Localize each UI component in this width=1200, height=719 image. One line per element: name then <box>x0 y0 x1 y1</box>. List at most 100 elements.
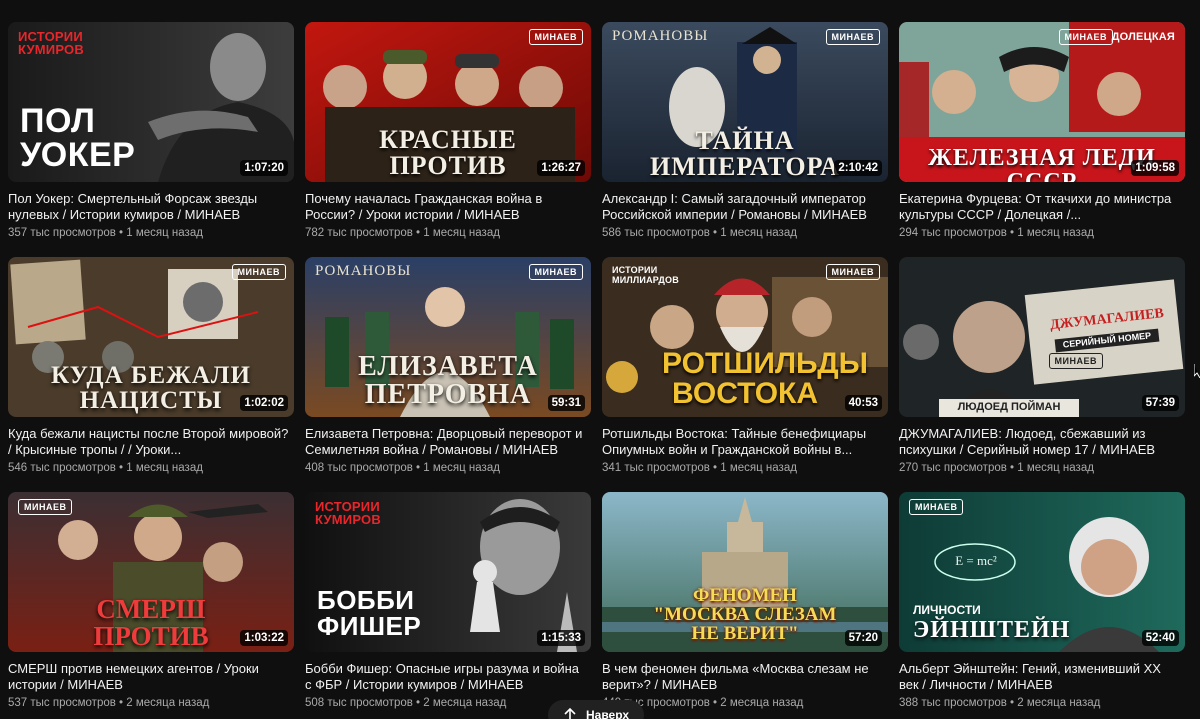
video-duration: 1:15:33 <box>537 630 585 646</box>
video-card[interactable]: ИСТОРИИ КУМИРОВ БОББИ ФИШЕР 1:15:33 Бобб… <box>305 492 591 719</box>
upload-age: 1 месяц назад <box>1017 462 1094 474</box>
thumbnail-strip: ЛЮДОЕД ПОЙМАН <box>957 401 1061 413</box>
video-card[interactable]: РОМАНОВЫ МИНАЕВ ЕЛИЗАВЕТА ПЕТРОВНА 59:31… <box>305 257 591 492</box>
video-thumbnail[interactable]: МИНАЕВ КРАСНЫЕ ПРОТИВ БЕЛЫХ 1:26:27 <box>305 22 591 182</box>
thumbnail-headline: ПОЛ УОКЕР <box>20 102 136 174</box>
series-brand: РОМАНОВЫ <box>612 28 709 44</box>
arrow-up-icon <box>564 707 576 719</box>
video-card[interactable]: ФЕНОМЕН "МОСКВА СЛЕЗАМ НЕ ВЕРИТ" 57:20 В… <box>602 492 888 719</box>
channel-badge: МИНАЕВ <box>825 264 880 280</box>
view-count: 586 тыс просмотров <box>602 227 710 239</box>
video-duration: 57:20 <box>844 630 882 646</box>
video-duration: 1:03:22 <box>240 630 288 646</box>
video-thumbnail[interactable]: ФЕНОМЕН "МОСКВА СЛЕЗАМ НЕ ВЕРИТ" 57:20 <box>602 492 888 652</box>
upload-age: 1 месяц назад <box>423 462 500 474</box>
upload-age: 1 месяц назад <box>1017 227 1094 239</box>
channel-badge: МИНАЕВ <box>18 499 73 515</box>
video-meta: 782 тыс просмотров • 1 месяц назад <box>305 227 500 239</box>
view-count: 782 тыс просмотров <box>305 227 413 239</box>
video-grid: ИСТОРИИ КУМИРОВ ПОЛ УОКЕР 1:07:20 Пол Уо… <box>8 22 1185 719</box>
video-thumbnail[interactable]: ДЖУМАГАЛИЕВ СЕРИЙНЫЙ НОМЕР МИНАЕВ ЛЮДОЕД… <box>899 257 1185 417</box>
video-meta: 537 тыс просмотров • 2 месяца назад <box>8 697 210 709</box>
video-title[interactable]: Ротшильды Востока: Тайные бенефициары Оп… <box>602 426 888 458</box>
video-title[interactable]: Екатерина Фурцева: От ткачихи до министр… <box>899 191 1185 223</box>
video-title[interactable]: В чем феномен фильма «Москва слезам не в… <box>602 661 888 693</box>
video-duration: 40:53 <box>844 395 882 411</box>
upload-age: 2 месяца назад <box>720 697 804 709</box>
video-card[interactable]: ИСТОРИИ КУМИРОВ ПОЛ УОКЕР 1:07:20 Пол Уо… <box>8 22 294 257</box>
video-duration: 59:31 <box>547 395 585 411</box>
video-meta: 408 тыс просмотров • 1 месяц назад <box>305 462 500 474</box>
upload-age: 2 месяца назад <box>126 697 210 709</box>
video-thumbnail[interactable]: ИСТОРИИ МИЛЛИАРДОВ МИНАЕВ РОТШИЛЬДЫ ВОСТ… <box>602 257 888 417</box>
video-title[interactable]: Елизавета Петровна: Дворцовый переворот … <box>305 426 591 458</box>
upload-age: 1 месяц назад <box>720 462 797 474</box>
video-title[interactable]: ДЖУМАГАЛИЕВ: Людоед, сбежавший из психуш… <box>899 426 1185 458</box>
video-thumbnail[interactable]: МИНАЕВ СМЕРШ ПРОТИВ АБВЕРА 1:03:22 <box>8 492 294 652</box>
view-count: 508 тыс просмотров <box>305 697 413 709</box>
view-count: 546 тыс просмотров <box>8 462 116 474</box>
video-card[interactable]: МИНАЕВ КРАСНЫЕ ПРОТИВ БЕЛЫХ 1:26:27 Поче… <box>305 22 591 257</box>
video-thumbnail[interactable]: РОМАНОВЫ МИНАЕВ ТАЙНА ИМПЕРАТОРА АЛЕКСАН… <box>602 22 888 182</box>
series-brand: ДОЛЕЦКАЯ <box>1111 31 1175 43</box>
upload-age: 1 месяц назад <box>423 227 500 239</box>
video-duration: 57:39 <box>1141 395 1179 411</box>
view-count: 388 тыс просмотров <box>899 697 1007 709</box>
video-title[interactable]: Александр I: Самый загадочный император … <box>602 191 888 223</box>
video-thumbnail[interactable]: МИНАЕВ КУДА БЕЖАЛИ НАЦИСТЫ 1:02:02 <box>8 257 294 417</box>
video-title[interactable]: Пол Уокер: Смертельный Форсаж звезды нул… <box>8 191 294 223</box>
video-duration: 1:07:20 <box>240 160 288 176</box>
video-title[interactable]: Бобби Фишер: Опасные игры разума и война… <box>305 661 591 693</box>
video-thumbnail[interactable]: ИСТОРИИ КУМИРОВ ПОЛ УОКЕР 1:07:20 <box>8 22 294 182</box>
video-card[interactable]: МИНАЕВ E = mc² ЛИЧНОСТИ ЭЙНШТЕЙН 52:40 А… <box>899 492 1185 719</box>
video-duration: 1:09:58 <box>1131 160 1179 176</box>
upload-age: 1 месяц назад <box>126 227 203 239</box>
video-card[interactable]: ДЖУМАГАЛИЕВ СЕРИЙНЫЙ НОМЕР МИНАЕВ ЛЮДОЕД… <box>899 257 1185 492</box>
view-count: 341 тыс просмотров <box>602 462 710 474</box>
video-thumbnail[interactable]: МИНАЕВ E = mc² ЛИЧНОСТИ ЭЙНШТЕЙН 52:40 <box>899 492 1185 652</box>
video-meta: 586 тыс просмотров • 1 месяц назад <box>602 227 797 239</box>
series-brand: РОМАНОВЫ <box>315 263 412 279</box>
video-title[interactable]: СМЕРШ против немецких агентов / Уроки ис… <box>8 661 294 693</box>
channel-badge: МИНАЕВ <box>231 264 286 280</box>
thumbnail-headline: ЭЙНШТЕЙН <box>913 617 1071 643</box>
scroll-to-top-button[interactable]: Наверх <box>548 700 644 719</box>
thumbnail-kicker: ЛИЧНОСТИ <box>913 603 981 617</box>
upload-age: 1 месяц назад <box>126 462 203 474</box>
video-card[interactable]: РОМАНОВЫ МИНАЕВ ТАЙНА ИМПЕРАТОРА АЛЕКСАН… <box>602 22 888 257</box>
view-count: 270 тыс просмотров <box>899 462 1007 474</box>
video-meta: 341 тыс просмотров • 1 месяц назад <box>602 462 797 474</box>
video-card[interactable]: МИНАЕВ КУДА БЕЖАЛИ НАЦИСТЫ 1:02:02 Куда … <box>8 257 294 492</box>
channel-badge: МИНАЕВ <box>1048 353 1103 369</box>
video-duration: 52:40 <box>1141 630 1179 646</box>
video-duration: 1:26:27 <box>537 160 585 176</box>
view-count: 537 тыс просмотров <box>8 697 116 709</box>
video-thumbnail[interactable]: ИСТОРИИ КУМИРОВ БОББИ ФИШЕР 1:15:33 <box>305 492 591 652</box>
video-title[interactable]: Куда бежали нацисты после Второй мировой… <box>8 426 294 458</box>
series-brand: ИСТОРИИ КУМИРОВ <box>315 499 381 527</box>
series-brand: ИСТОРИИ МИЛЛИАРДОВ <box>612 265 679 285</box>
view-count: 357 тыс просмотров <box>8 227 116 239</box>
video-title[interactable]: Почему началась Гражданская война в Росс… <box>305 191 591 223</box>
channel-badge: МИНАЕВ <box>825 29 880 45</box>
upload-age: 2 месяца назад <box>1017 697 1101 709</box>
thumbnail-formula: E = mc² <box>955 553 997 568</box>
channel-badge: МИНАЕВ <box>1058 29 1113 45</box>
video-card[interactable]: МИНАЕВ ДОЛЕЦКАЯ ЖЕЛЕЗНАЯ ЛЕДИ СССР 1:09:… <box>899 22 1185 257</box>
series-brand: ИСТОРИИ КУМИРОВ <box>18 29 84 57</box>
video-thumbnail[interactable]: РОМАНОВЫ МИНАЕВ ЕЛИЗАВЕТА ПЕТРОВНА 59:31 <box>305 257 591 417</box>
video-card[interactable]: ИСТОРИИ МИЛЛИАРДОВ МИНАЕВ РОТШИЛЬДЫ ВОСТ… <box>602 257 888 492</box>
mouse-cursor-icon <box>1194 364 1200 378</box>
video-meta: 357 тыс просмотров • 1 месяц назад <box>8 227 203 239</box>
thumbnail-headline: БОББИ ФИШЕР <box>317 585 422 641</box>
channel-badge: МИНАЕВ <box>909 499 964 515</box>
upload-age: 1 месяц назад <box>720 227 797 239</box>
channel-badge: МИНАЕВ <box>528 264 583 280</box>
view-count: 408 тыс просмотров <box>305 462 413 474</box>
video-meta: 546 тыс просмотров • 1 месяц назад <box>8 462 203 474</box>
video-card[interactable]: МИНАЕВ СМЕРШ ПРОТИВ АБВЕРА 1:03:22 СМЕРШ… <box>8 492 294 719</box>
video-title[interactable]: Альберт Эйнштейн: Гений, изменивший XX в… <box>899 661 1185 693</box>
channel-badge: МИНАЕВ <box>528 29 583 45</box>
video-thumbnail[interactable]: МИНАЕВ ДОЛЕЦКАЯ ЖЕЛЕЗНАЯ ЛЕДИ СССР 1:09:… <box>899 22 1185 182</box>
upload-age: 2 месяца назад <box>423 697 507 709</box>
